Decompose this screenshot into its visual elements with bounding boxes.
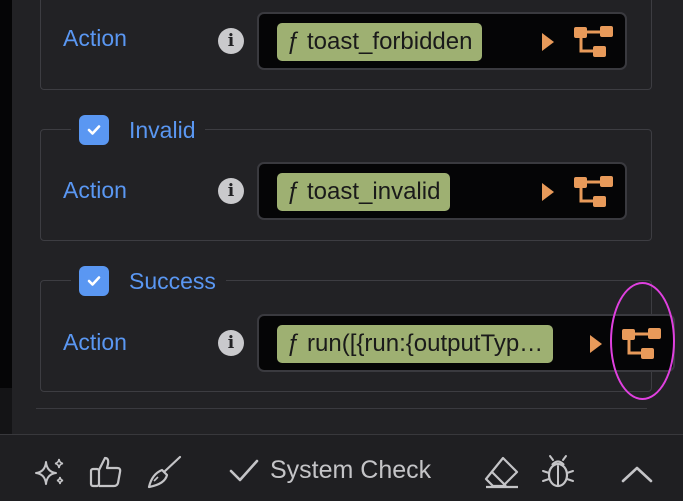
section-invalid: Invalid Action i ƒ toast_invalid bbox=[40, 114, 652, 241]
play-icon[interactable] bbox=[542, 183, 554, 201]
success-checkbox[interactable] bbox=[79, 266, 109, 296]
section-legend: Success bbox=[71, 265, 226, 297]
info-icon[interactable]: i bbox=[218, 178, 244, 204]
bottom-toolbar: System Check bbox=[0, 434, 683, 501]
section-title: Invalid bbox=[129, 116, 196, 143]
check-icon bbox=[87, 125, 101, 135]
flow-icon[interactable] bbox=[573, 23, 615, 59]
left-edge-strip bbox=[0, 0, 12, 388]
action-label: Action bbox=[63, 329, 127, 355]
system-check-button[interactable]: System Check bbox=[228, 453, 431, 487]
action-function-pill[interactable]: ƒ toast_invalid bbox=[277, 173, 451, 211]
play-icon[interactable] bbox=[542, 33, 554, 51]
check-icon bbox=[87, 276, 101, 286]
section-forbidden: Action i ƒ toast_forbidden bbox=[40, 0, 652, 90]
sparkles-icon[interactable] bbox=[32, 457, 68, 489]
action-field[interactable]: ƒ toast_invalid bbox=[257, 162, 627, 220]
flow-icon[interactable] bbox=[573, 173, 615, 209]
section-success: Success Action i ƒ run([{run:{outputTyp… bbox=[40, 265, 675, 392]
panel-divider bbox=[36, 408, 647, 409]
checkmark-icon bbox=[229, 459, 259, 482]
info-icon[interactable]: i bbox=[218, 28, 244, 54]
highlight-annotation bbox=[610, 282, 675, 400]
brush-icon[interactable] bbox=[144, 454, 184, 490]
section-title: Success bbox=[129, 267, 216, 294]
action-label: Action bbox=[63, 177, 127, 203]
play-icon[interactable] bbox=[590, 335, 602, 353]
action-label: Action bbox=[63, 25, 127, 51]
action-function-pill[interactable]: ƒ run([{run:{outputTyp… bbox=[277, 325, 554, 363]
system-check-label: System Check bbox=[270, 455, 432, 484]
action-field[interactable]: ƒ toast_forbidden bbox=[257, 12, 627, 70]
action-function-pill[interactable]: ƒ toast_forbidden bbox=[277, 23, 483, 61]
eraser-icon[interactable] bbox=[483, 455, 521, 489]
info-icon[interactable]: i bbox=[218, 330, 244, 356]
thumbs-up-icon[interactable] bbox=[88, 454, 124, 490]
chevron-up-icon[interactable] bbox=[620, 463, 654, 485]
invalid-checkbox[interactable] bbox=[79, 115, 109, 145]
bug-icon[interactable] bbox=[540, 454, 576, 490]
section-legend: Invalid bbox=[71, 114, 206, 146]
